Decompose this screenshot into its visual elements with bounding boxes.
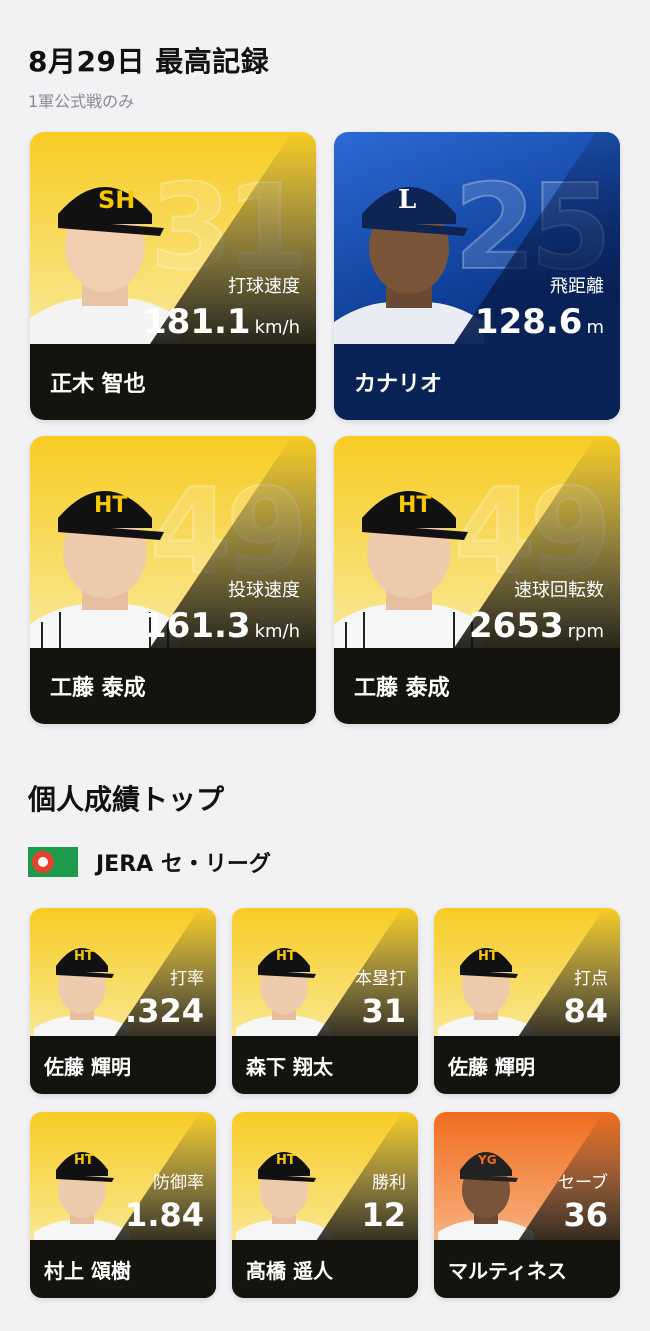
- svg-text:HT: HT: [276, 1153, 296, 1168]
- leader-card-home-runs[interactable]: HT 本塁打 31 森下 翔太: [232, 908, 418, 1094]
- player-name: 工藤 泰成: [30, 648, 316, 724]
- stat-value: 36: [563, 1196, 608, 1234]
- record-card-spin-rate[interactable]: 49 HT 速球回転数 2653 rpm 工藤 泰成: [334, 436, 620, 724]
- svg-text:HT: HT: [398, 493, 431, 518]
- leader-card-era[interactable]: HT 防御率 1.84 村上 頌樹: [30, 1112, 216, 1298]
- stat-label: 飛距離: [550, 276, 604, 297]
- svg-text:HT: HT: [94, 493, 127, 518]
- league-header[interactable]: JERA セ・リーグ: [28, 846, 271, 878]
- stat-label: 本塁打: [355, 969, 406, 989]
- stat-label: 勝利: [372, 1173, 406, 1193]
- player-name: カナリオ: [334, 344, 620, 420]
- stat-value: .324: [125, 992, 204, 1030]
- stat-value: 161.3 km/h: [143, 606, 300, 646]
- player-name: マルティネス: [434, 1240, 620, 1298]
- player-name: 村上 頌樹: [30, 1240, 216, 1298]
- player-photo: YG: [438, 1152, 534, 1246]
- player-name: 髙橋 遥人: [232, 1240, 418, 1298]
- stat-label: 打球速度: [228, 276, 300, 297]
- record-card-exit-velocity[interactable]: 31 SH 打球速度 181.1 km/h 正木 智也: [30, 132, 316, 420]
- stat-label: 打点: [574, 969, 608, 989]
- stat-value: 84: [563, 992, 608, 1030]
- player-photo: HT: [334, 491, 484, 648]
- player-photo: HT: [438, 948, 534, 1042]
- svg-text:HT: HT: [74, 949, 94, 964]
- player-name: 佐藤 輝明: [30, 1036, 216, 1094]
- stat-value: 2653 rpm: [468, 606, 604, 646]
- svg-text:SH: SH: [98, 186, 135, 214]
- stat-value: 128.6 m: [474, 302, 604, 342]
- player-photo: HT: [34, 948, 130, 1042]
- page-subtitle: 1軍公式戦のみ: [28, 92, 135, 111]
- player-name: 正木 智也: [30, 344, 316, 420]
- player-photo: HT: [236, 1152, 332, 1246]
- page-title: 8月29日 最高記録: [28, 45, 270, 78]
- stat-value: 12: [361, 1196, 406, 1234]
- svg-text:YG: YG: [477, 1153, 497, 1167]
- league-logo-icon: [28, 847, 78, 877]
- leader-card-wins[interactable]: HT 勝利 12 髙橋 遥人: [232, 1112, 418, 1298]
- stat-label: 防御率: [153, 1173, 204, 1193]
- leader-card-rbi[interactable]: HT 打点 84 佐藤 輝明: [434, 908, 620, 1094]
- stat-label: 打率: [170, 969, 204, 989]
- svg-text:HT: HT: [74, 1153, 94, 1168]
- player-name: 工藤 泰成: [334, 648, 620, 724]
- stat-label: 速球回転数: [514, 580, 604, 601]
- section-title: 個人成績トップ: [28, 783, 225, 816]
- stat-value: 31: [361, 992, 406, 1030]
- svg-text:HT: HT: [276, 949, 296, 964]
- record-card-distance[interactable]: 25 L 飛距離 128.6 m カナリオ: [334, 132, 620, 420]
- stat-value: 1.84: [125, 1196, 204, 1234]
- leader-card-saves[interactable]: YG セーブ 36 マルティネス: [434, 1112, 620, 1298]
- record-card-pitch-velocity[interactable]: 49 HT 投球速度 161.3 km/h 工藤 泰成: [30, 436, 316, 724]
- player-name: 森下 翔太: [232, 1036, 418, 1094]
- player-photo: HT: [236, 948, 332, 1042]
- player-photo: L: [334, 185, 484, 344]
- player-photo: HT: [34, 1152, 130, 1246]
- league-name: JERA セ・リーグ: [96, 852, 271, 877]
- svg-text:HT: HT: [478, 949, 498, 964]
- svg-text:L: L: [398, 185, 416, 215]
- leader-card-batting-average[interactable]: HT 打率 .324 佐藤 輝明: [30, 908, 216, 1094]
- stat-label: セーブ: [558, 1173, 608, 1193]
- stat-value: 181.1 km/h: [143, 302, 300, 342]
- stat-label: 投球速度: [228, 580, 300, 601]
- player-name: 佐藤 輝明: [434, 1036, 620, 1094]
